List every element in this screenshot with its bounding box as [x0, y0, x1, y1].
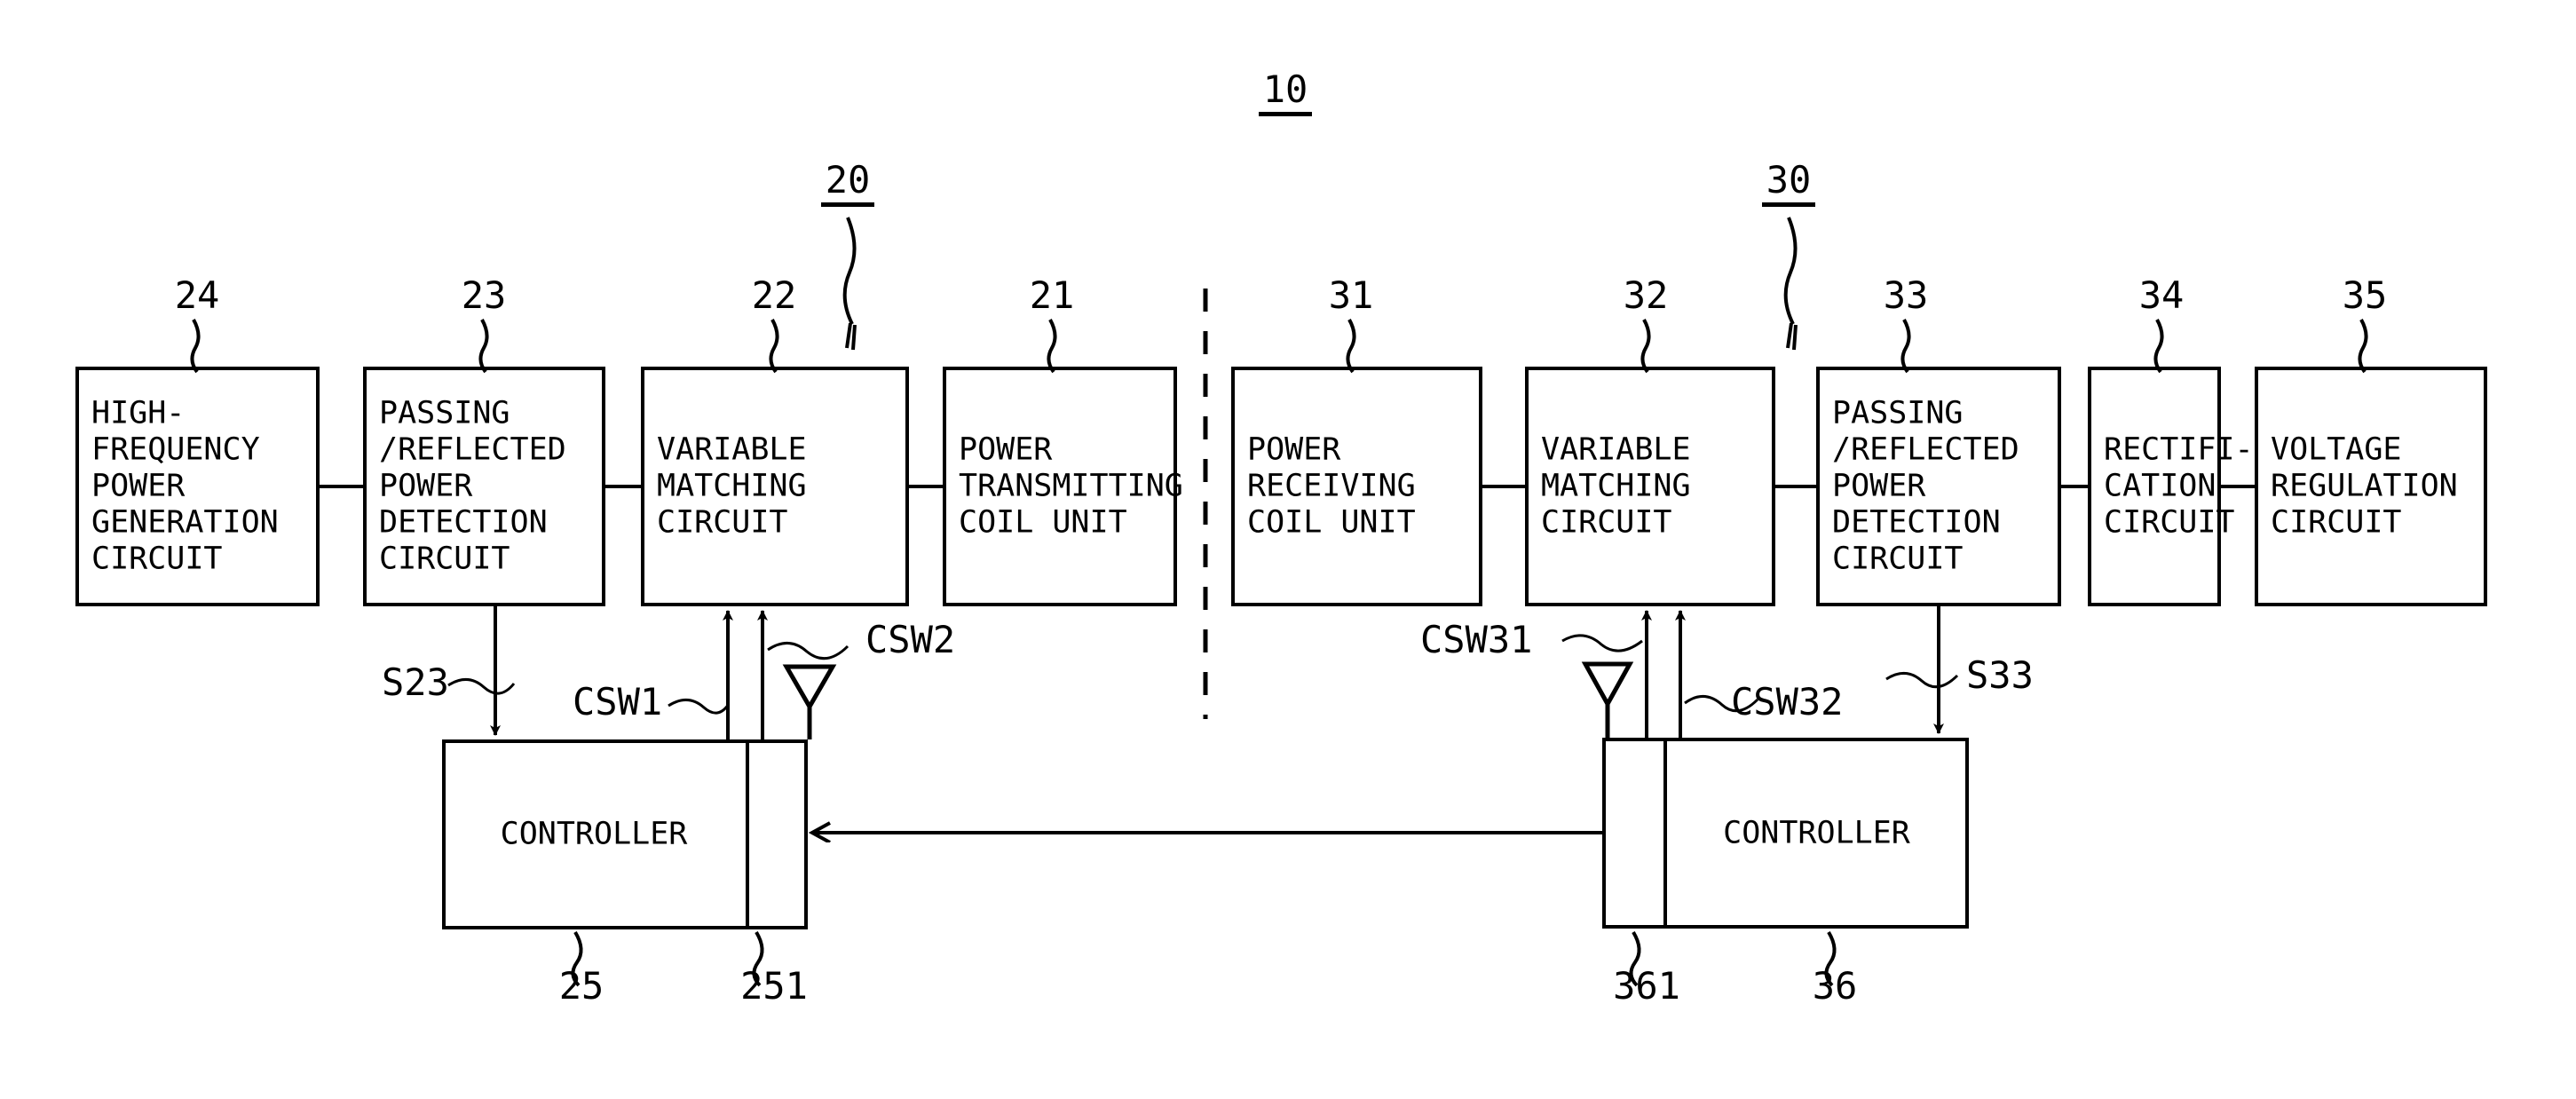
block-ref-32: 32: [1623, 273, 1669, 317]
block-label: HIGH- FREQUENCY POWER GENERATION CIRCUIT: [91, 395, 279, 577]
block-ref-33: 33: [1883, 273, 1929, 317]
leader-31: [1346, 319, 1356, 374]
signal-label-s33: S33: [1966, 653, 2034, 697]
signal-leader-s23: [447, 678, 516, 695]
receiver-antenna-icon: [1581, 661, 1634, 738]
block-ref-35: 35: [2342, 273, 2388, 317]
block-voltage-regulation-circuit[interactable]: VOLTAGE REGULATION CIRCUIT: [2255, 367, 2487, 606]
signal-label-csw31: CSW31: [1420, 618, 1533, 661]
leader-33: [1900, 319, 1911, 374]
block-variable-matching-circuit-rx[interactable]: VARIABLE MATCHING CIRCUIT: [1525, 367, 1775, 606]
block-label: POWER TRANSMITTING COIL UNIT: [959, 431, 1183, 541]
controller-ref-25: 25: [558, 964, 604, 1008]
signal-leader-csw2: [767, 642, 849, 660]
signal-leader-csw31: [1561, 634, 1643, 652]
leader-20: [842, 217, 857, 325]
signal-label-csw1: CSW1: [573, 680, 663, 723]
leader-23: [478, 319, 489, 374]
patent-figure-block-diagram: 10 20 30 24 23 22 21 31 32 33 34 35 HIGH…: [0, 0, 2576, 1099]
block-power-receiving-coil-unit[interactable]: POWER RECEIVING COIL UNIT: [1231, 367, 1482, 606]
leader-32: [1640, 319, 1651, 374]
block-power-transmitting-coil-unit[interactable]: POWER TRANSMITTING COIL UNIT: [943, 367, 1183, 606]
controller-communication-unit-251[interactable]: [746, 739, 749, 929]
controller-ref-36: 36: [1812, 964, 1858, 1008]
block-ref-22: 22: [751, 273, 797, 317]
signal-leader-s33: [1885, 672, 1959, 689]
transmitter-antenna-icon: [782, 664, 837, 739]
block-label: PASSING /REFLECTED POWER DETECTION CIRCU…: [1832, 395, 2019, 577]
signal-label-csw32: CSW32: [1731, 680, 1844, 723]
controller-transmitter[interactable]: CONTROLLER: [442, 739, 808, 929]
leader-30-arrowhead: [1786, 322, 1798, 351]
block-label: VARIABLE MATCHING CIRCUIT: [1541, 431, 1691, 541]
signal-leader-csw1: [668, 699, 731, 715]
signal-label-csw2: CSW2: [865, 618, 956, 661]
block-variable-matching-circuit-tx[interactable]: VARIABLE MATCHING CIRCUIT: [641, 367, 909, 606]
block-label: VARIABLE MATCHING CIRCUIT: [657, 431, 807, 541]
controller-label: CONTROLLER: [1723, 815, 1910, 850]
controller-ref-251: 251: [740, 964, 808, 1008]
block-label: POWER RECEIVING COIL UNIT: [1247, 431, 1416, 541]
signal-label-s23: S23: [382, 660, 449, 704]
transmitter-ref-20: 20: [821, 162, 874, 207]
block-high-frequency-power-generation-circuit[interactable]: HIGH- FREQUENCY POWER GENERATION CIRCUIT: [75, 367, 320, 606]
block-rectification-circuit[interactable]: RECTIFI- CATION CIRCUIT: [2088, 367, 2254, 606]
block-label: PASSING /REFLECTED POWER DETECTION CIRCU…: [379, 395, 566, 577]
leader-35: [2358, 319, 2368, 374]
controller-receiver[interactable]: CONTROLLER: [1602, 738, 1969, 929]
leader-30: [1783, 217, 1798, 325]
controller-communication-unit-361[interactable]: [1663, 738, 1667, 929]
block-ref-23: 23: [461, 273, 507, 317]
controller-label: CONTROLLER: [500, 816, 688, 852]
leader-24: [190, 319, 201, 374]
block-ref-24: 24: [174, 273, 220, 317]
leader-34: [2153, 319, 2164, 374]
system-ref-10: 10: [1259, 71, 1312, 116]
block-ref-34: 34: [2138, 273, 2185, 317]
block-ref-31: 31: [1328, 273, 1374, 317]
block-label: RECTIFI- CATION CIRCUIT: [2104, 431, 2254, 541]
leader-20-arrowhead: [845, 322, 857, 351]
leader-22: [769, 319, 779, 374]
block-label: VOLTAGE REGULATION CIRCUIT: [2271, 431, 2458, 541]
controller-ref-361: 361: [1613, 964, 1680, 1008]
block-passing-reflected-power-detection-circuit-rx[interactable]: PASSING /REFLECTED POWER DETECTION CIRCU…: [1816, 367, 2061, 606]
block-passing-reflected-power-detection-circuit-tx[interactable]: PASSING /REFLECTED POWER DETECTION CIRCU…: [363, 367, 605, 606]
receiver-ref-30: 30: [1762, 162, 1815, 207]
leader-21: [1047, 319, 1057, 374]
block-ref-21: 21: [1029, 273, 1075, 317]
